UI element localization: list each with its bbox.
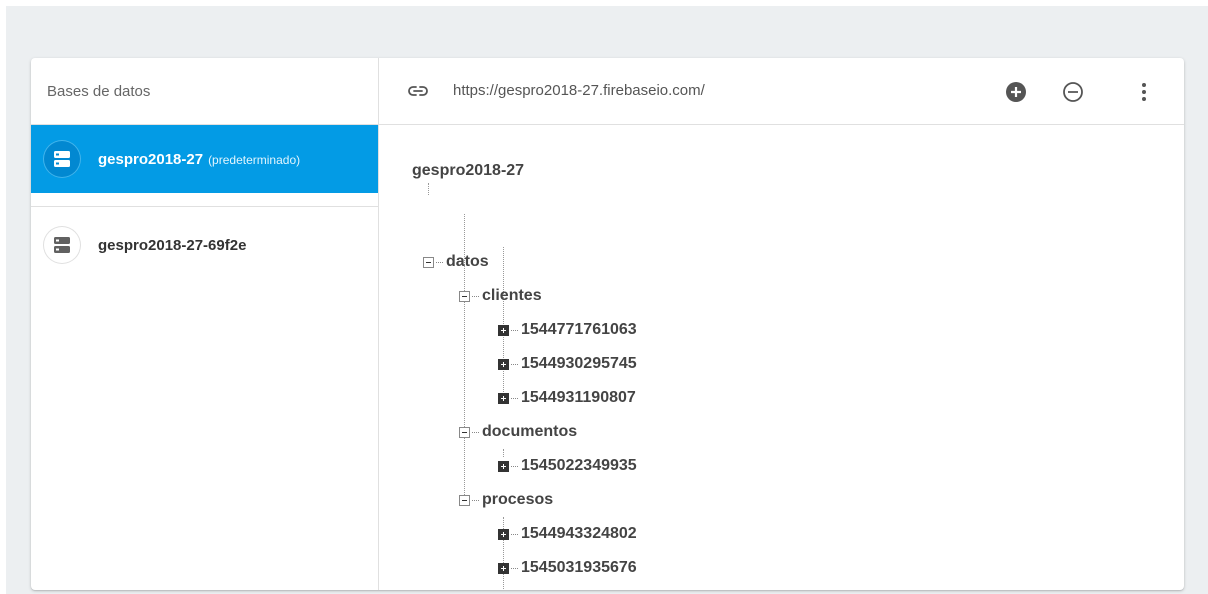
node-label[interactable]: 1544943324802 [521, 525, 637, 543]
expand-toggle[interactable] [498, 392, 509, 404]
collapse-toggle[interactable] [459, 426, 470, 438]
database-panel: Bases de datos gespro2018-27 (predetermi… [31, 58, 1184, 590]
node-label[interactable]: 1544931190807 [521, 389, 636, 407]
node-label[interactable]: datos [446, 253, 489, 271]
expand-toggle[interactable] [498, 528, 509, 540]
link-icon [407, 82, 429, 105]
tree-node-proceso: 1545031935676 [498, 559, 637, 577]
tree-node-clientes: clientes [459, 287, 542, 305]
tree-node-documento: 1545022349935 [498, 457, 637, 475]
tree-node-cliente: 1544930295745 [498, 355, 637, 373]
expand-toggle[interactable] [498, 324, 509, 336]
tree-node-cliente: 1544771761063 [498, 321, 637, 339]
collapse-toggle[interactable] [423, 256, 434, 268]
database-url[interactable]: https://gespro2018-27.firebaseio.com/ [453, 82, 705, 99]
divider [31, 193, 378, 207]
expand-toggle[interactable] [498, 562, 509, 574]
node-label[interactable]: 1545022349935 [521, 457, 637, 475]
database-name: gespro2018-27 [98, 150, 204, 168]
tree-node-datos: datos [423, 253, 489, 271]
expand-toggle[interactable] [498, 460, 509, 472]
node-label[interactable]: clientes [482, 287, 542, 305]
node-label[interactable]: documentos [482, 423, 577, 441]
tree-guide [428, 183, 429, 195]
node-label[interactable]: procesos [482, 491, 553, 509]
tree-node-procesos: procesos [459, 491, 553, 509]
node-label[interactable]: 1544771761063 [521, 321, 637, 339]
default-tag: (predeterminado) [208, 152, 301, 167]
database-icon [44, 141, 80, 177]
database-item-secondary[interactable]: gespro2018-27-69f2e [31, 211, 378, 279]
tree-node-proceso: 1544943324802 [498, 525, 637, 543]
databases-sidebar: Bases de datos gespro2018-27 (predetermi… [31, 58, 379, 590]
add-circle-icon[interactable] [1003, 79, 1029, 105]
node-label[interactable]: 1545031935676 [521, 559, 637, 577]
data-viewer: https://gespro2018-27.firebaseio.com/ ge… [379, 58, 1184, 590]
tree-guide [503, 449, 504, 457]
data-tree: gespro2018-27 datos clientes 15447717610… [379, 125, 1184, 590]
database-name: gespro2018-27-69f2e [98, 236, 247, 254]
toolbar: https://gespro2018-27.firebaseio.com/ [379, 58, 1184, 125]
collapse-toggle[interactable] [459, 494, 470, 506]
tree-node-documentos: documentos [459, 423, 577, 441]
more-vert-icon[interactable] [1131, 79, 1157, 105]
database-icon [44, 227, 80, 263]
collapse-toggle[interactable] [459, 290, 470, 302]
tree-node-cliente: 1544931190807 [498, 389, 636, 407]
database-item-default[interactable]: gespro2018-27 (predeterminado) [31, 125, 378, 193]
sidebar-title: Bases de datos [31, 58, 378, 125]
expand-toggle[interactable] [498, 358, 509, 370]
node-label[interactable]: 1544930295745 [521, 355, 637, 373]
remove-circle-icon[interactable] [1060, 79, 1086, 105]
tree-root: gespro2018-27 [412, 162, 525, 179]
